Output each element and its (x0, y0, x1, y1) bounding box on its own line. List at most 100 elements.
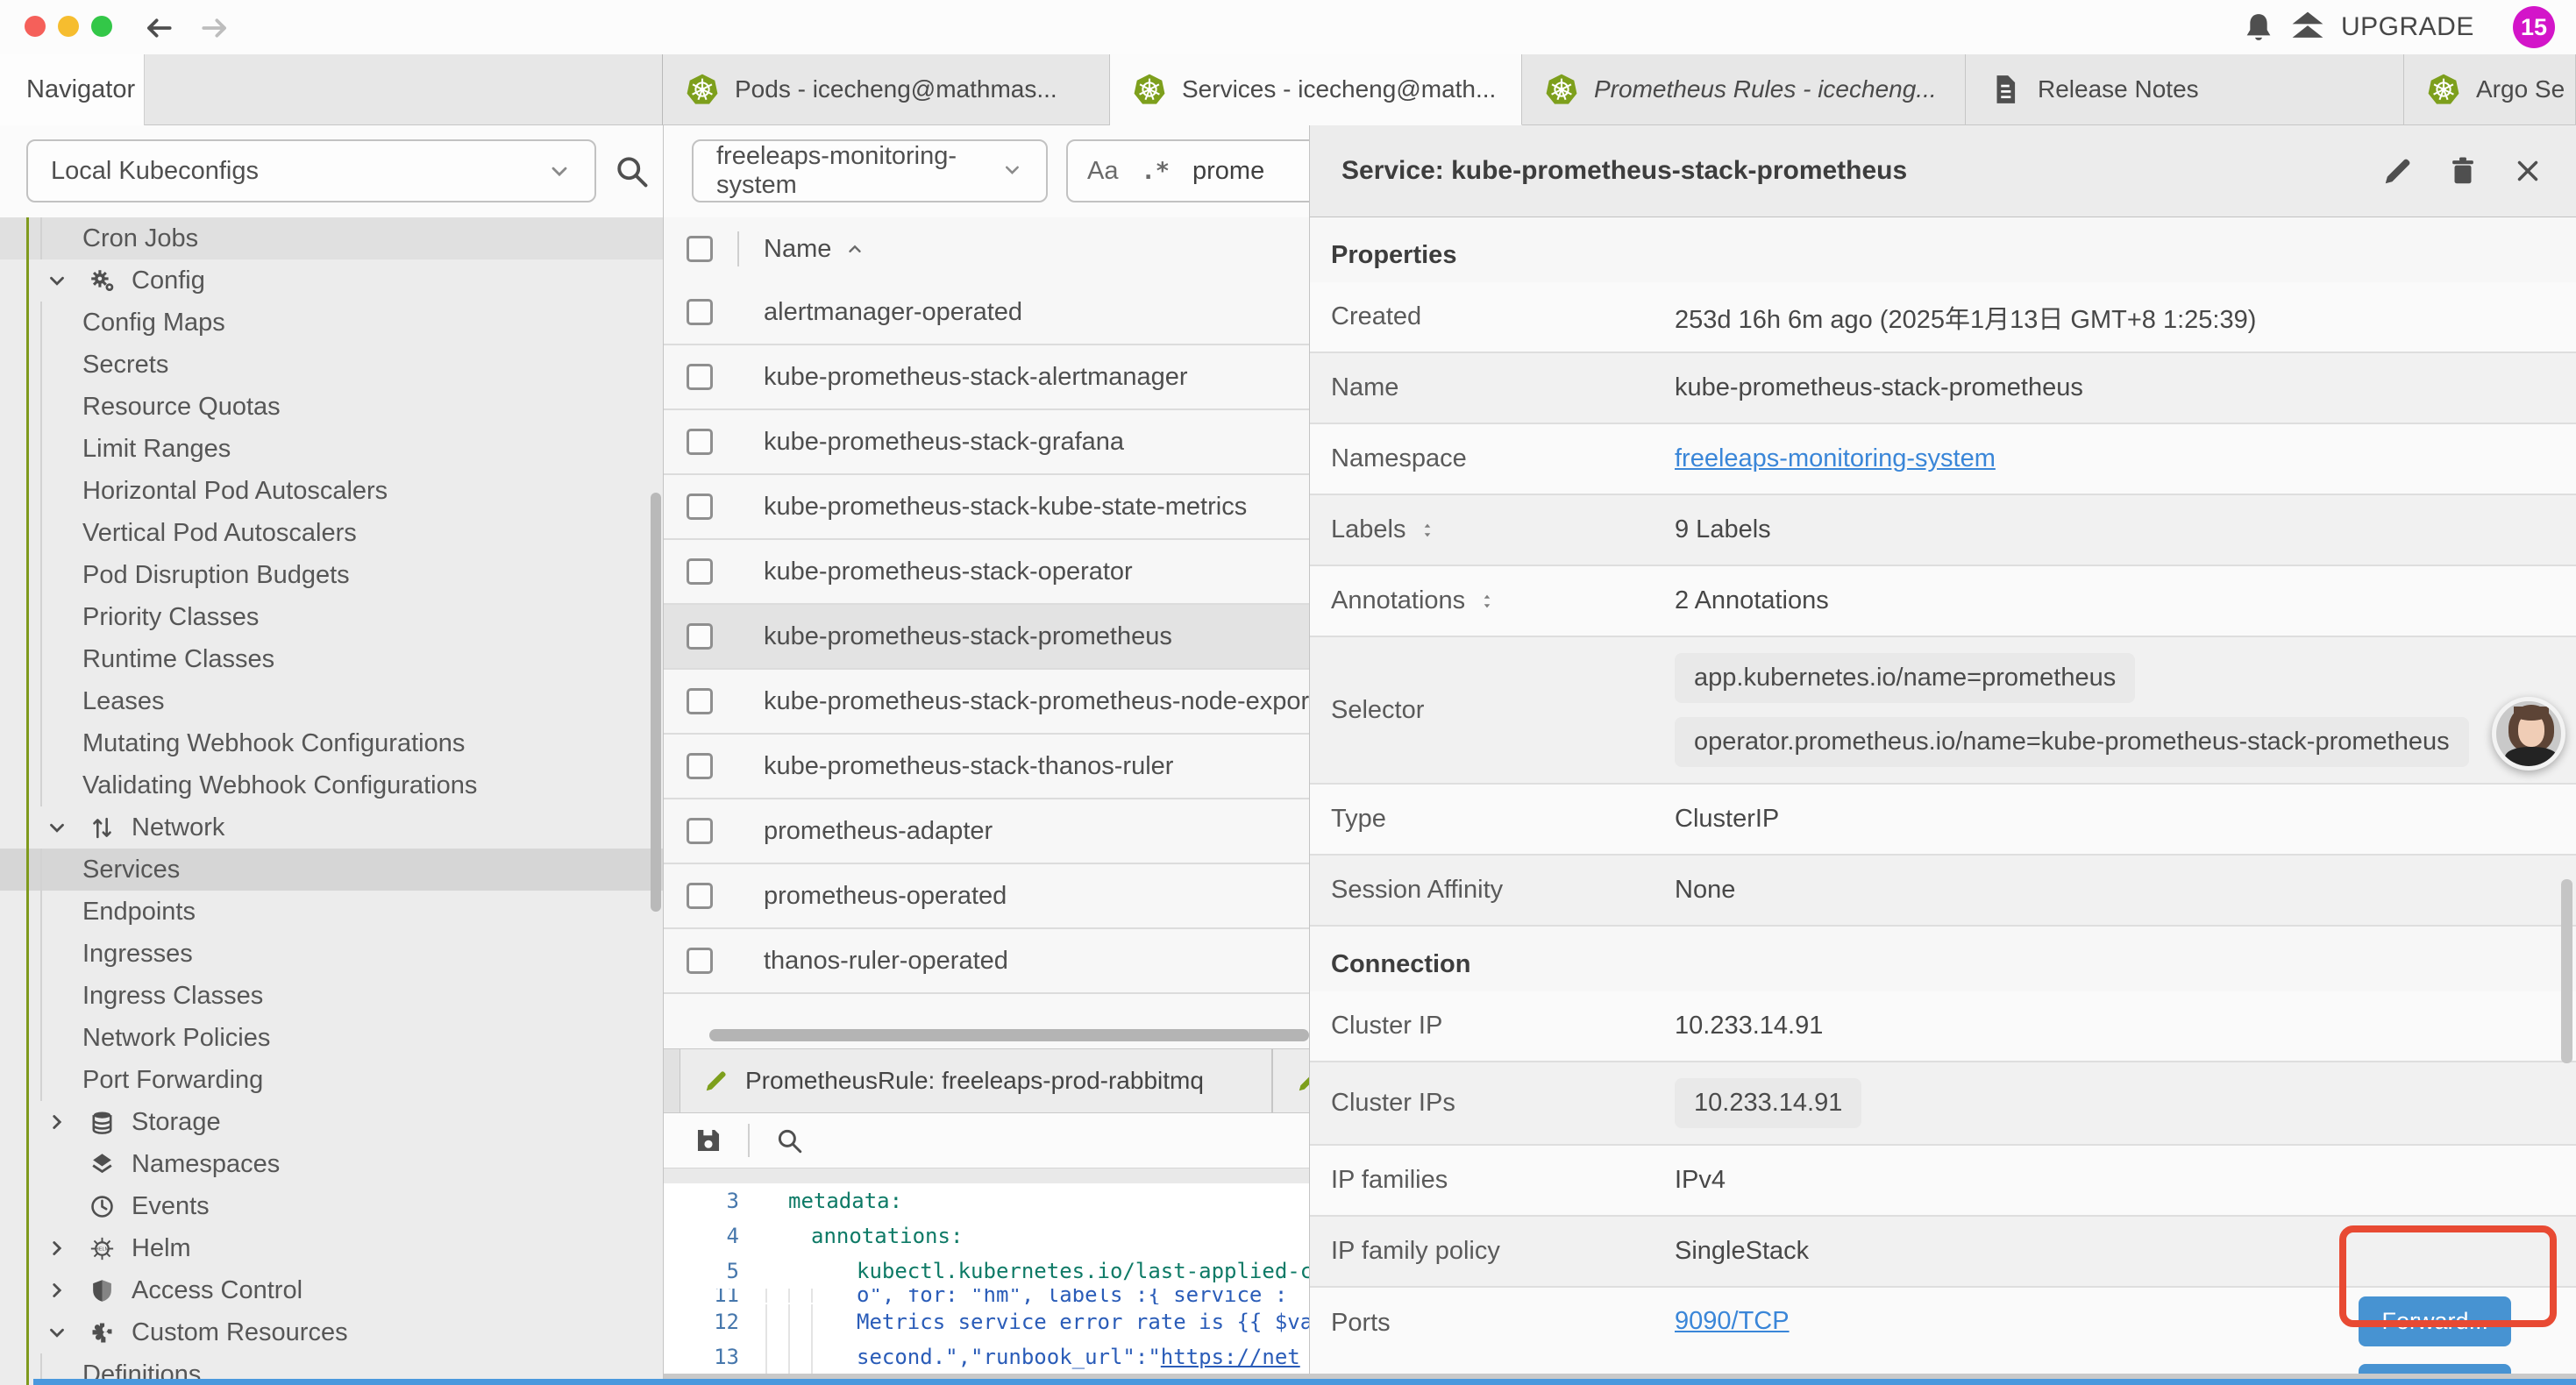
table-row-prometheus-operated[interactable]: prometheus-operated (664, 864, 1309, 929)
chevron-down-icon[interactable] (42, 816, 72, 839)
match-case-toggle[interactable]: Aa (1087, 157, 1118, 186)
value-chip[interactable]: 10.233.14.91 (1675, 1078, 1861, 1128)
sidebar-item-validating-webhook-configurations[interactable]: Validating Webhook Configurations (0, 764, 663, 806)
kubeconfig-selector[interactable]: Local Kubeconfigs (26, 139, 596, 202)
sidebar-item-network-policies[interactable]: Network Policies (0, 1017, 663, 1059)
chevron-down-icon[interactable] (42, 269, 72, 292)
sidebar-item-vertical-pod-autoscalers[interactable]: Vertical Pod Autoscalers (0, 512, 663, 554)
tab-argo-se[interactable]: Argo Se (2404, 54, 2576, 125)
sidebar-item-storage[interactable]: Storage (0, 1101, 663, 1143)
tab-navigator[interactable]: Navigator (0, 54, 145, 125)
sidebar-search-icon[interactable] (612, 152, 651, 190)
table-row-kube-prometheus-stack-kube-state-metrics[interactable]: kube-prometheus-stack-kube-state-metrics (664, 475, 1309, 540)
sidebar-item-cron-jobs[interactable]: Cron Jobs (0, 217, 663, 259)
chevron-right-icon[interactable] (42, 1237, 72, 1260)
sidebar-item-port-forwarding[interactable]: Port Forwarding (0, 1059, 663, 1101)
table-row-thanos-ruler-operated[interactable]: thanos-ruler-operated (664, 929, 1309, 994)
tab-pods-icecheng-mathmas[interactable]: Pods - icecheng@mathmas... (663, 54, 1110, 125)
sort-ascending-icon[interactable] (845, 239, 865, 259)
table-row-kube-prometheus-stack-grafana[interactable]: kube-prometheus-stack-grafana (664, 410, 1309, 475)
filter-input[interactable]: Aa .* prome (1066, 139, 1310, 202)
window-minimize-button[interactable] (58, 16, 79, 37)
tab-prometheus-rules-icecheng[interactable]: Prometheus Rules - icecheng... (1522, 54, 1966, 125)
sidebar-item-horizontal-pod-autoscalers[interactable]: Horizontal Pod Autoscalers (0, 470, 663, 512)
row-checkbox[interactable] (687, 494, 713, 520)
value-chip[interactable]: operator.prometheus.io/name=kube-prometh… (1675, 717, 2469, 767)
sidebar-item-pod-disruption-budgets[interactable]: Pod Disruption Budgets (0, 554, 663, 596)
table-row-prometheus-adapter[interactable]: prometheus-adapter (664, 799, 1309, 864)
sidebar-item-limit-ranges[interactable]: Limit Ranges (0, 428, 663, 470)
row-checkbox[interactable] (687, 299, 713, 325)
row-checkbox[interactable] (687, 883, 713, 909)
row-checkbox[interactable] (687, 623, 713, 650)
sidebar-scrollbar[interactable] (651, 493, 661, 912)
table-row-kube-prometheus-stack-prometheus[interactable]: kube-prometheus-stack-prometheus (664, 605, 1309, 670)
sort-toggle-icon[interactable] (1418, 521, 1437, 540)
back-arrow-icon[interactable] (142, 11, 175, 45)
window-close-button[interactable] (25, 16, 46, 37)
sidebar-item-network[interactable]: Network (0, 806, 663, 849)
sidebar-item-resource-quotas[interactable]: Resource Quotas (0, 386, 663, 428)
yaml-editor[interactable]: 3metadata:4annotations:5kubectl.kubernet… (664, 1183, 1309, 1377)
sidebar-item-ingresses[interactable]: Ingresses (0, 933, 663, 975)
notifications-bell-icon[interactable] (2241, 11, 2276, 46)
sidebar-item-custom-resources[interactable]: Custom Resources (0, 1311, 663, 1353)
table-row-kube-prometheus-stack-thanos-ruler[interactable]: kube-prometheus-stack-thanos-ruler (664, 735, 1309, 799)
name-column-header[interactable]: Name (764, 235, 831, 264)
forward-arrow-icon[interactable] (198, 11, 231, 45)
row-checkbox[interactable] (687, 753, 713, 779)
row-checkbox[interactable] (687, 364, 713, 390)
window-zoom-button[interactable] (91, 16, 112, 37)
details-scrollbar[interactable] (2561, 879, 2572, 1063)
code-link[interactable]: https://net (1161, 1345, 1300, 1369)
table-row-kube-prometheus-stack-operator[interactable]: kube-prometheus-stack-operator (664, 540, 1309, 605)
delete-trash-icon[interactable] (2446, 154, 2480, 188)
table-row-kube-prometheus-stack-alertmanager[interactable]: kube-prometheus-stack-alertmanager (664, 345, 1309, 410)
sidebar-item-ingress-classes[interactable]: Ingress Classes (0, 975, 663, 1017)
sidebar-item-events[interactable]: Events (0, 1185, 663, 1227)
editor-search-icon[interactable] (774, 1126, 804, 1155)
regex-toggle[interactable]: .* (1141, 158, 1170, 185)
row-checkbox[interactable] (687, 688, 713, 714)
sidebar-item-runtime-classes[interactable]: Runtime Classes (0, 638, 663, 680)
sidebar-item-mutating-webhook-configurations[interactable]: Mutating Webhook Configurations (0, 722, 663, 764)
chevron-right-icon[interactable] (42, 1279, 72, 1302)
chevron-down-icon[interactable] (42, 1321, 72, 1344)
row-checkbox[interactable] (687, 818, 713, 844)
sidebar-item-secrets[interactable]: Secrets (0, 344, 663, 386)
row-checkbox[interactable] (687, 948, 713, 974)
value-chip[interactable]: app.kubernetes.io/name=prometheus (1675, 653, 2135, 703)
sort-toggle-icon[interactable] (1477, 592, 1497, 611)
upgrade-button[interactable]: UPGRADE (2288, 7, 2474, 47)
table-row-alertmanager-operated[interactable]: alertmanager-operated (664, 281, 1309, 345)
sidebar-item-leases[interactable]: Leases (0, 680, 663, 722)
sidebar-item-access-control[interactable]: Access Control (0, 1269, 663, 1311)
edit-pencil-icon[interactable] (2381, 154, 2415, 188)
editor-tab-prometheusrule[interactable]: PrometheusRule: freeleaps-prod-rabbitmq (680, 1049, 1272, 1112)
sidebar-item-priority-classes[interactable]: Priority Classes (0, 596, 663, 638)
sidebar-item-services[interactable]: Services (0, 849, 663, 891)
chevron-right-icon[interactable] (42, 1111, 72, 1133)
row-checkbox[interactable] (687, 429, 713, 455)
port-link[interactable]: 9090/TCP (1675, 1307, 1790, 1336)
close-tab-icon[interactable]: × (1512, 75, 1522, 104)
sidebar-item-config-maps[interactable]: Config Maps (0, 302, 663, 344)
sidebar-item-endpoints[interactable]: Endpoints (0, 891, 663, 933)
tab-services-icecheng-math[interactable]: Services - icecheng@math...× (1110, 54, 1522, 125)
assistant-avatar[interactable] (2492, 697, 2565, 771)
horizontal-scrollbar[interactable] (709, 1029, 1309, 1041)
row-checkbox[interactable] (687, 558, 713, 585)
tab-release-notes[interactable]: Release Notes (1966, 54, 2404, 125)
close-icon[interactable] (2511, 154, 2544, 188)
forward-button[interactable]: Forward... (2359, 1296, 2511, 1346)
sidebar-item-helm[interactable]: HELMHelm (0, 1227, 663, 1269)
table-row-kube-prometheus-stack-prometheus-node-expor[interactable]: kube-prometheus-stack-prometheus-node-ex… (664, 670, 1309, 735)
editor-tab-partial[interactable] (1272, 1049, 1310, 1112)
sidebar-item-config[interactable]: Config (0, 259, 663, 302)
namespace-selector[interactable]: freeleaps-monitoring-system (692, 139, 1048, 202)
save-icon[interactable] (694, 1126, 723, 1155)
sidebar-item-namespaces[interactable]: Namespaces (0, 1143, 663, 1185)
notification-count-badge[interactable]: 15 (2513, 6, 2555, 48)
detail-value-link[interactable]: freeleaps-monitoring-system (1675, 444, 1996, 473)
select-all-checkbox[interactable] (687, 236, 713, 262)
